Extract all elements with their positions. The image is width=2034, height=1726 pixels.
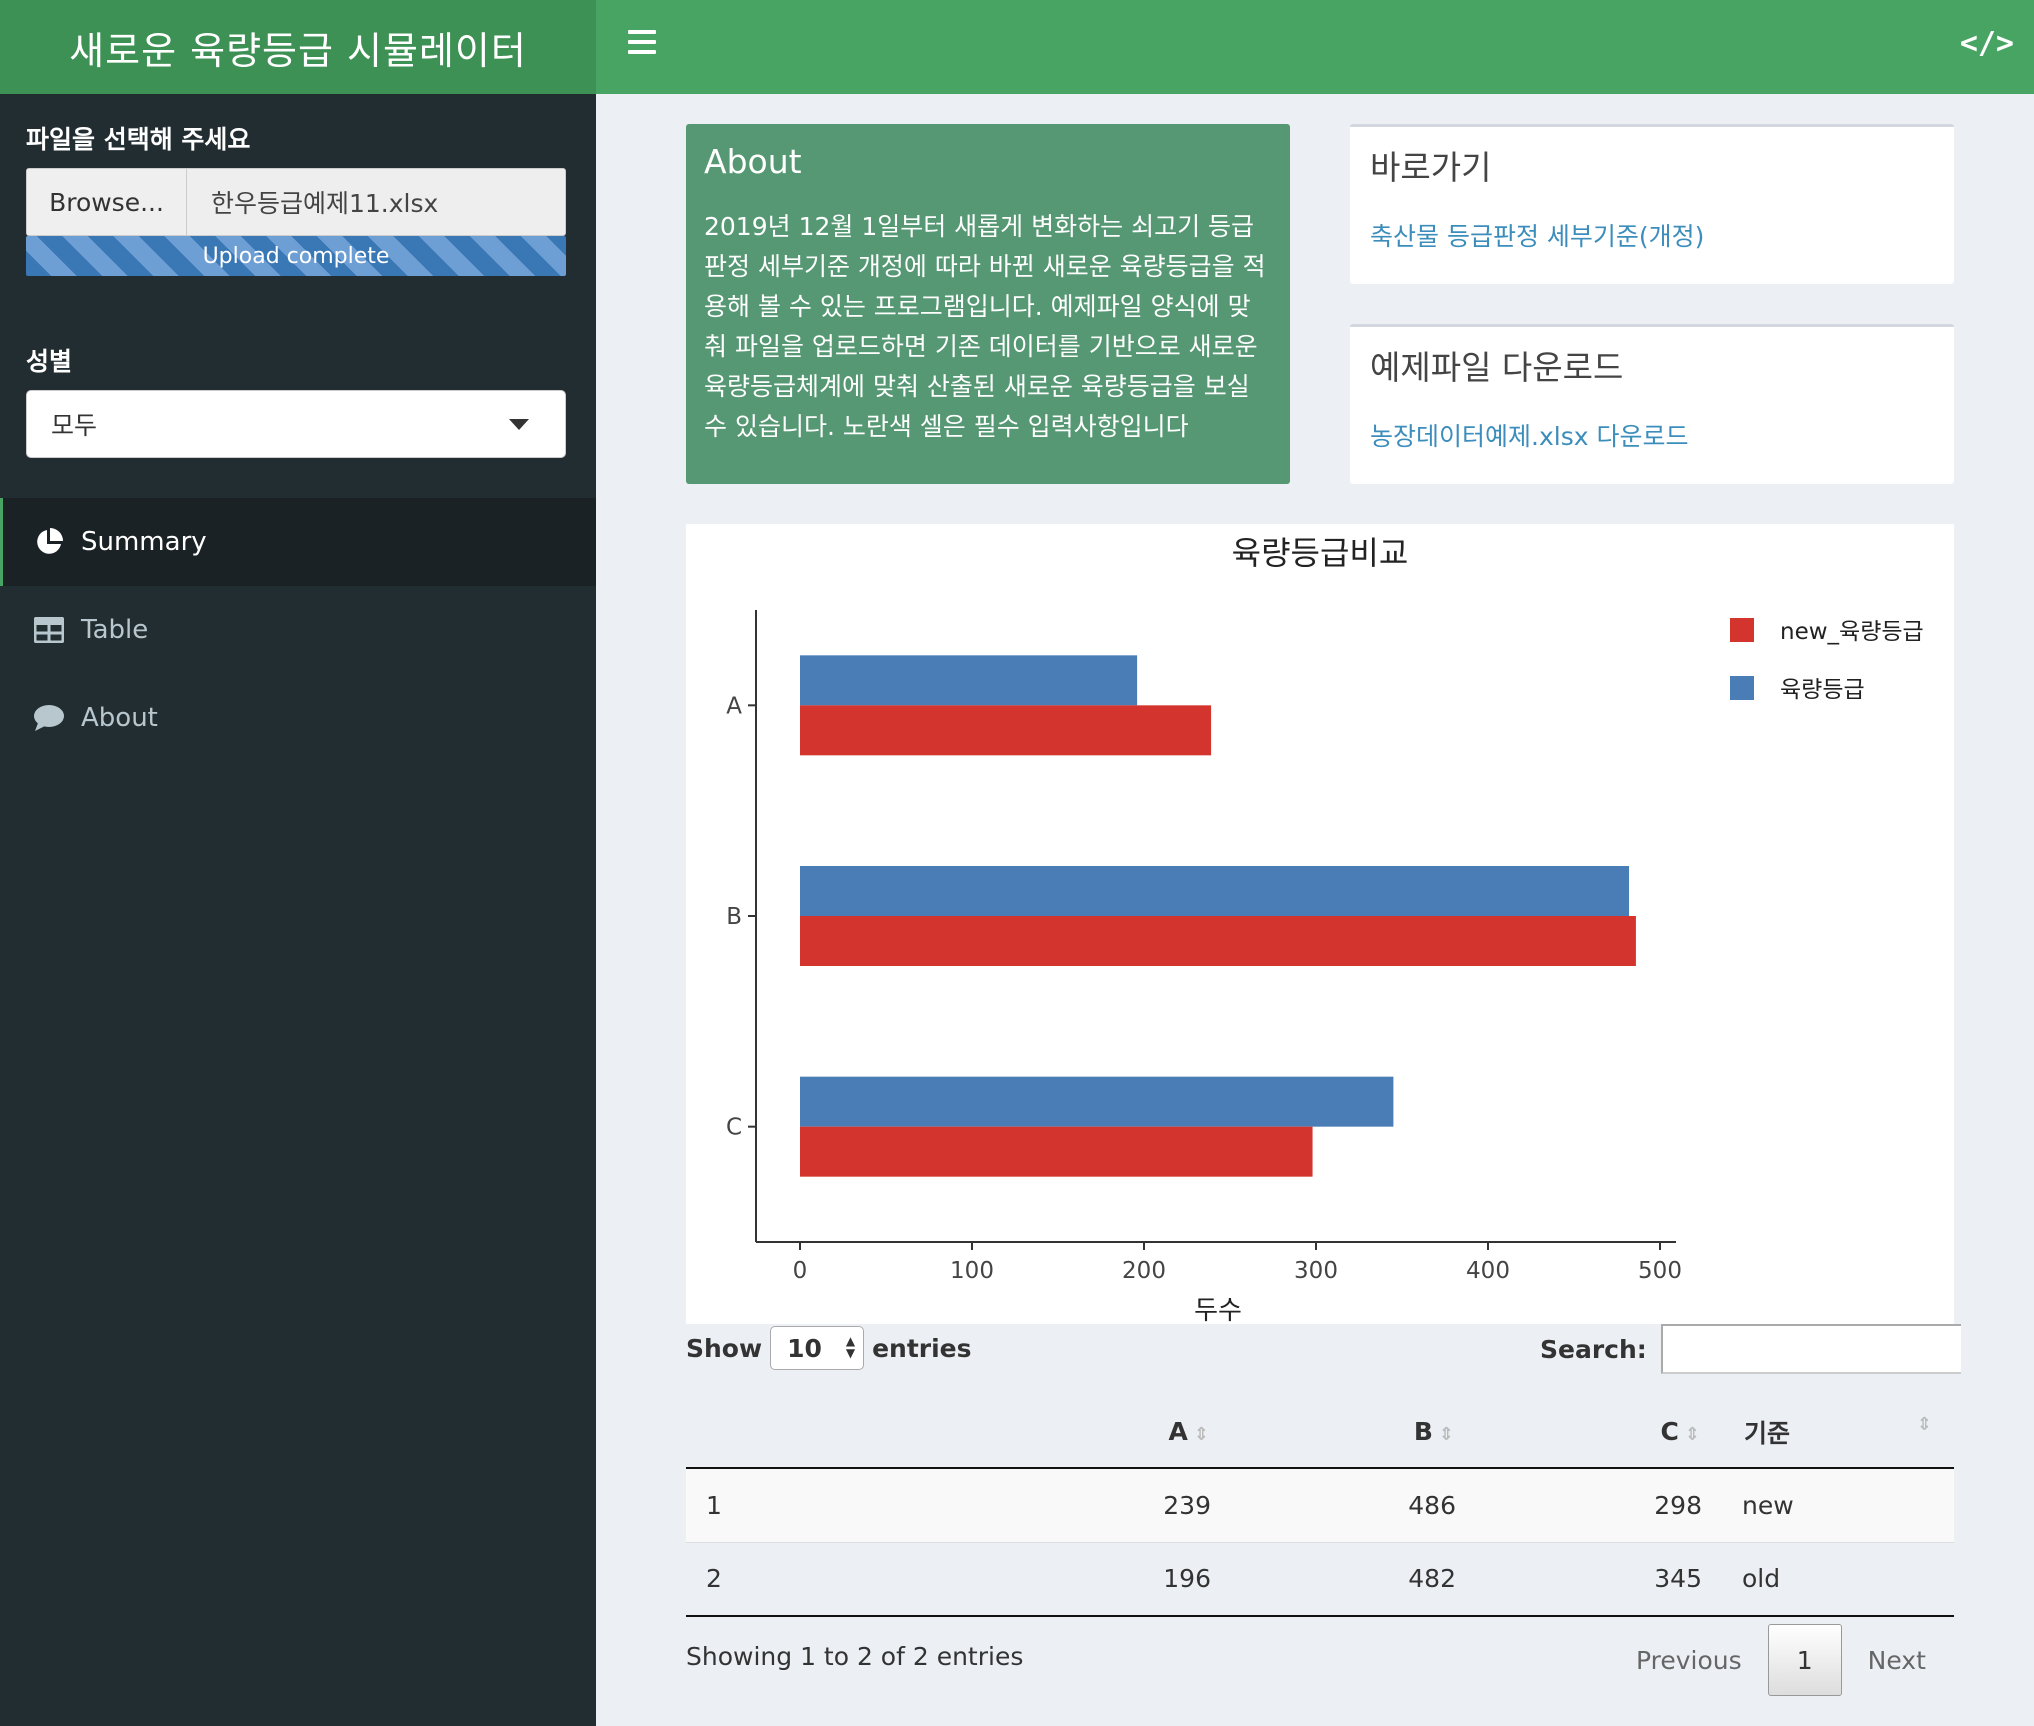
browse-button[interactable]: Browse... bbox=[27, 169, 187, 235]
table-cell: 298 bbox=[1476, 1468, 1722, 1543]
search-label: Search: bbox=[1540, 1334, 1647, 1364]
app-title: 새로운 육량등급 시뮬레이터 bbox=[0, 0, 596, 94]
column-header-index[interactable] bbox=[686, 1396, 986, 1469]
table-info: Showing 1 to 2 of 2 entries bbox=[686, 1642, 1024, 1671]
download-box: 예제파일 다운로드 농장데이터예제.xlsx 다운로드 bbox=[1350, 324, 1954, 484]
legend-label: new_육량등급 bbox=[1780, 619, 1924, 645]
chart-panel: 육량등급비교 0 100 200 300 400 500 두수 A B Cnew_육량등급육량등급 bbox=[686, 524, 1954, 1326]
column-header-a[interactable]: A ⇕ bbox=[986, 1396, 1231, 1469]
previous-button[interactable]: Previous bbox=[1610, 1624, 1768, 1696]
table-cell: 1 bbox=[686, 1468, 986, 1543]
bar-c-old bbox=[800, 1076, 1394, 1127]
x-tick-label: 200 bbox=[1122, 1258, 1166, 1284]
x-tick-label: 100 bbox=[950, 1258, 994, 1284]
y-tick-label: B bbox=[726, 904, 742, 930]
upload-status: Upload complete bbox=[202, 243, 390, 269]
page-length-select[interactable]: 10 ▲ ▼ bbox=[770, 1326, 865, 1370]
caret-down-icon bbox=[509, 419, 529, 430]
y-tick-label: C bbox=[726, 1115, 742, 1141]
x-axis-label: 두수 bbox=[1194, 1296, 1242, 1324]
comment-icon bbox=[33, 702, 65, 734]
bar-b-new bbox=[800, 916, 1636, 966]
file-input[interactable]: Browse... 한우등급예제11.xlsx bbox=[26, 168, 566, 236]
about-box: About 2019년 12월 1일부터 새롭게 변화하는 쇠고기 등급판정 세… bbox=[686, 124, 1290, 484]
table-cell: 196 bbox=[986, 1542, 1231, 1617]
sidebar: 파일을 선택해 주세요 Browse... 한우등급예제11.xlsx Uplo… bbox=[0, 94, 596, 1726]
shortcut-title: 바로가기 bbox=[1370, 148, 1492, 187]
x-tick-label: 300 bbox=[1294, 1258, 1338, 1284]
table-row: 2 196 482 345 old bbox=[686, 1542, 1954, 1617]
sidebar-item-summary[interactable]: Summary bbox=[0, 498, 596, 586]
bar-c-new bbox=[800, 1126, 1313, 1177]
sidebar-toggle-icon[interactable] bbox=[628, 30, 656, 58]
file-input-label: 파일을 선택해 주세요 bbox=[26, 125, 251, 154]
sort-icon: ⇕ bbox=[1193, 1424, 1209, 1445]
table-cell: new bbox=[1722, 1468, 1954, 1543]
data-table: A ⇕ B ⇕ C ⇕ 기준 ⇕ 1 239 486 298 new 2 196 482… bbox=[686, 1396, 1954, 1617]
sex-select-value: 모두 bbox=[51, 411, 98, 440]
upload-progress-bar: Upload complete bbox=[26, 236, 566, 276]
about-title: About bbox=[704, 142, 802, 181]
bar-b-old bbox=[800, 866, 1630, 916]
page-length-value: 10 bbox=[787, 1333, 822, 1363]
table-cell: old bbox=[1722, 1542, 1954, 1617]
sex-select[interactable]: 모두 bbox=[26, 390, 566, 458]
column-header-c[interactable]: C ⇕ bbox=[1476, 1396, 1722, 1469]
sidebar-menu: Summary Table About bbox=[0, 498, 596, 762]
x-tick-label: 500 bbox=[1638, 1258, 1682, 1284]
x-tick-label: 400 bbox=[1466, 1258, 1510, 1284]
table-cell: 239 bbox=[986, 1468, 1231, 1543]
code-icon[interactable]: </> bbox=[1960, 26, 2014, 61]
example-file-download-link[interactable]: 농장데이터예제.xlsx 다운로드 bbox=[1370, 422, 1688, 451]
sort-icon: ⇕ bbox=[1684, 1424, 1700, 1445]
search-input[interactable] bbox=[1660, 1324, 1961, 1374]
pagination: Previous 1 Next bbox=[1610, 1624, 1952, 1696]
about-text: 2019년 12월 1일부터 새롭게 변화하는 쇠고기 등급판정 세부기준 개정… bbox=[704, 212, 1266, 441]
length-control: Show 10 ▲ ▼ entries bbox=[686, 1326, 972, 1370]
file-name-field: 한우등급예제11.xlsx bbox=[211, 189, 439, 218]
download-title: 예제파일 다운로드 bbox=[1370, 348, 1624, 387]
table-header-row: A ⇕ B ⇕ C ⇕ 기준 ⇕ bbox=[686, 1396, 1954, 1469]
column-header-standard[interactable]: 기준 ⇕ bbox=[1722, 1396, 1954, 1469]
y-tick-label: A bbox=[726, 693, 742, 719]
bar-a-old bbox=[800, 655, 1138, 706]
sort-icon: ⇕ bbox=[1438, 1424, 1454, 1445]
column-header-b[interactable]: B ⇕ bbox=[1231, 1396, 1476, 1469]
sort-icon: ⇕ bbox=[1916, 1413, 1932, 1435]
table-cell: 2 bbox=[686, 1542, 986, 1617]
grading-standard-link[interactable]: 축산물 등급판정 세부기준(개정) bbox=[1370, 222, 1704, 251]
sex-select-label: 성별 bbox=[26, 347, 73, 376]
bar-a-new bbox=[800, 705, 1212, 756]
sidebar-item-label: Table bbox=[81, 615, 149, 645]
legend-swatch bbox=[1730, 676, 1754, 700]
sidebar-item-label: Summary bbox=[81, 527, 207, 557]
table-row: 1 239 486 298 new bbox=[686, 1468, 1954, 1543]
search-control: Search: bbox=[1540, 1324, 1961, 1374]
sidebar-item-label: About bbox=[81, 703, 158, 733]
next-button[interactable]: Next bbox=[1842, 1624, 1952, 1696]
table-cell: 345 bbox=[1476, 1542, 1722, 1617]
entries-label: entries bbox=[872, 1333, 972, 1363]
grade-comparison-chart: 육량등급비교 0 100 200 300 400 500 두수 A B Cnew_육량등급육량등급 bbox=[726, 534, 1924, 1326]
top-navbar: </> bbox=[596, 0, 2034, 94]
legend-swatch bbox=[1730, 618, 1754, 642]
chart-title: 육량등급비교 bbox=[1232, 534, 1409, 572]
table-cell: 486 bbox=[1231, 1468, 1476, 1543]
select-arrows-icon: ▲ ▼ bbox=[845, 1334, 856, 1360]
table-icon bbox=[33, 614, 65, 646]
table-cell: 482 bbox=[1231, 1542, 1476, 1617]
pie-chart-icon bbox=[33, 526, 65, 558]
show-label: Show bbox=[686, 1333, 763, 1363]
shortcut-box: 바로가기 축산물 등급판정 세부기준(개정) bbox=[1350, 124, 1954, 284]
legend-label: 육량등급 bbox=[1780, 677, 1865, 703]
page-1-button[interactable]: 1 bbox=[1767, 1624, 1842, 1696]
x-tick-label: 0 bbox=[793, 1258, 808, 1284]
sidebar-item-table[interactable]: Table bbox=[0, 586, 596, 674]
sidebar-item-about[interactable]: About bbox=[0, 674, 596, 762]
